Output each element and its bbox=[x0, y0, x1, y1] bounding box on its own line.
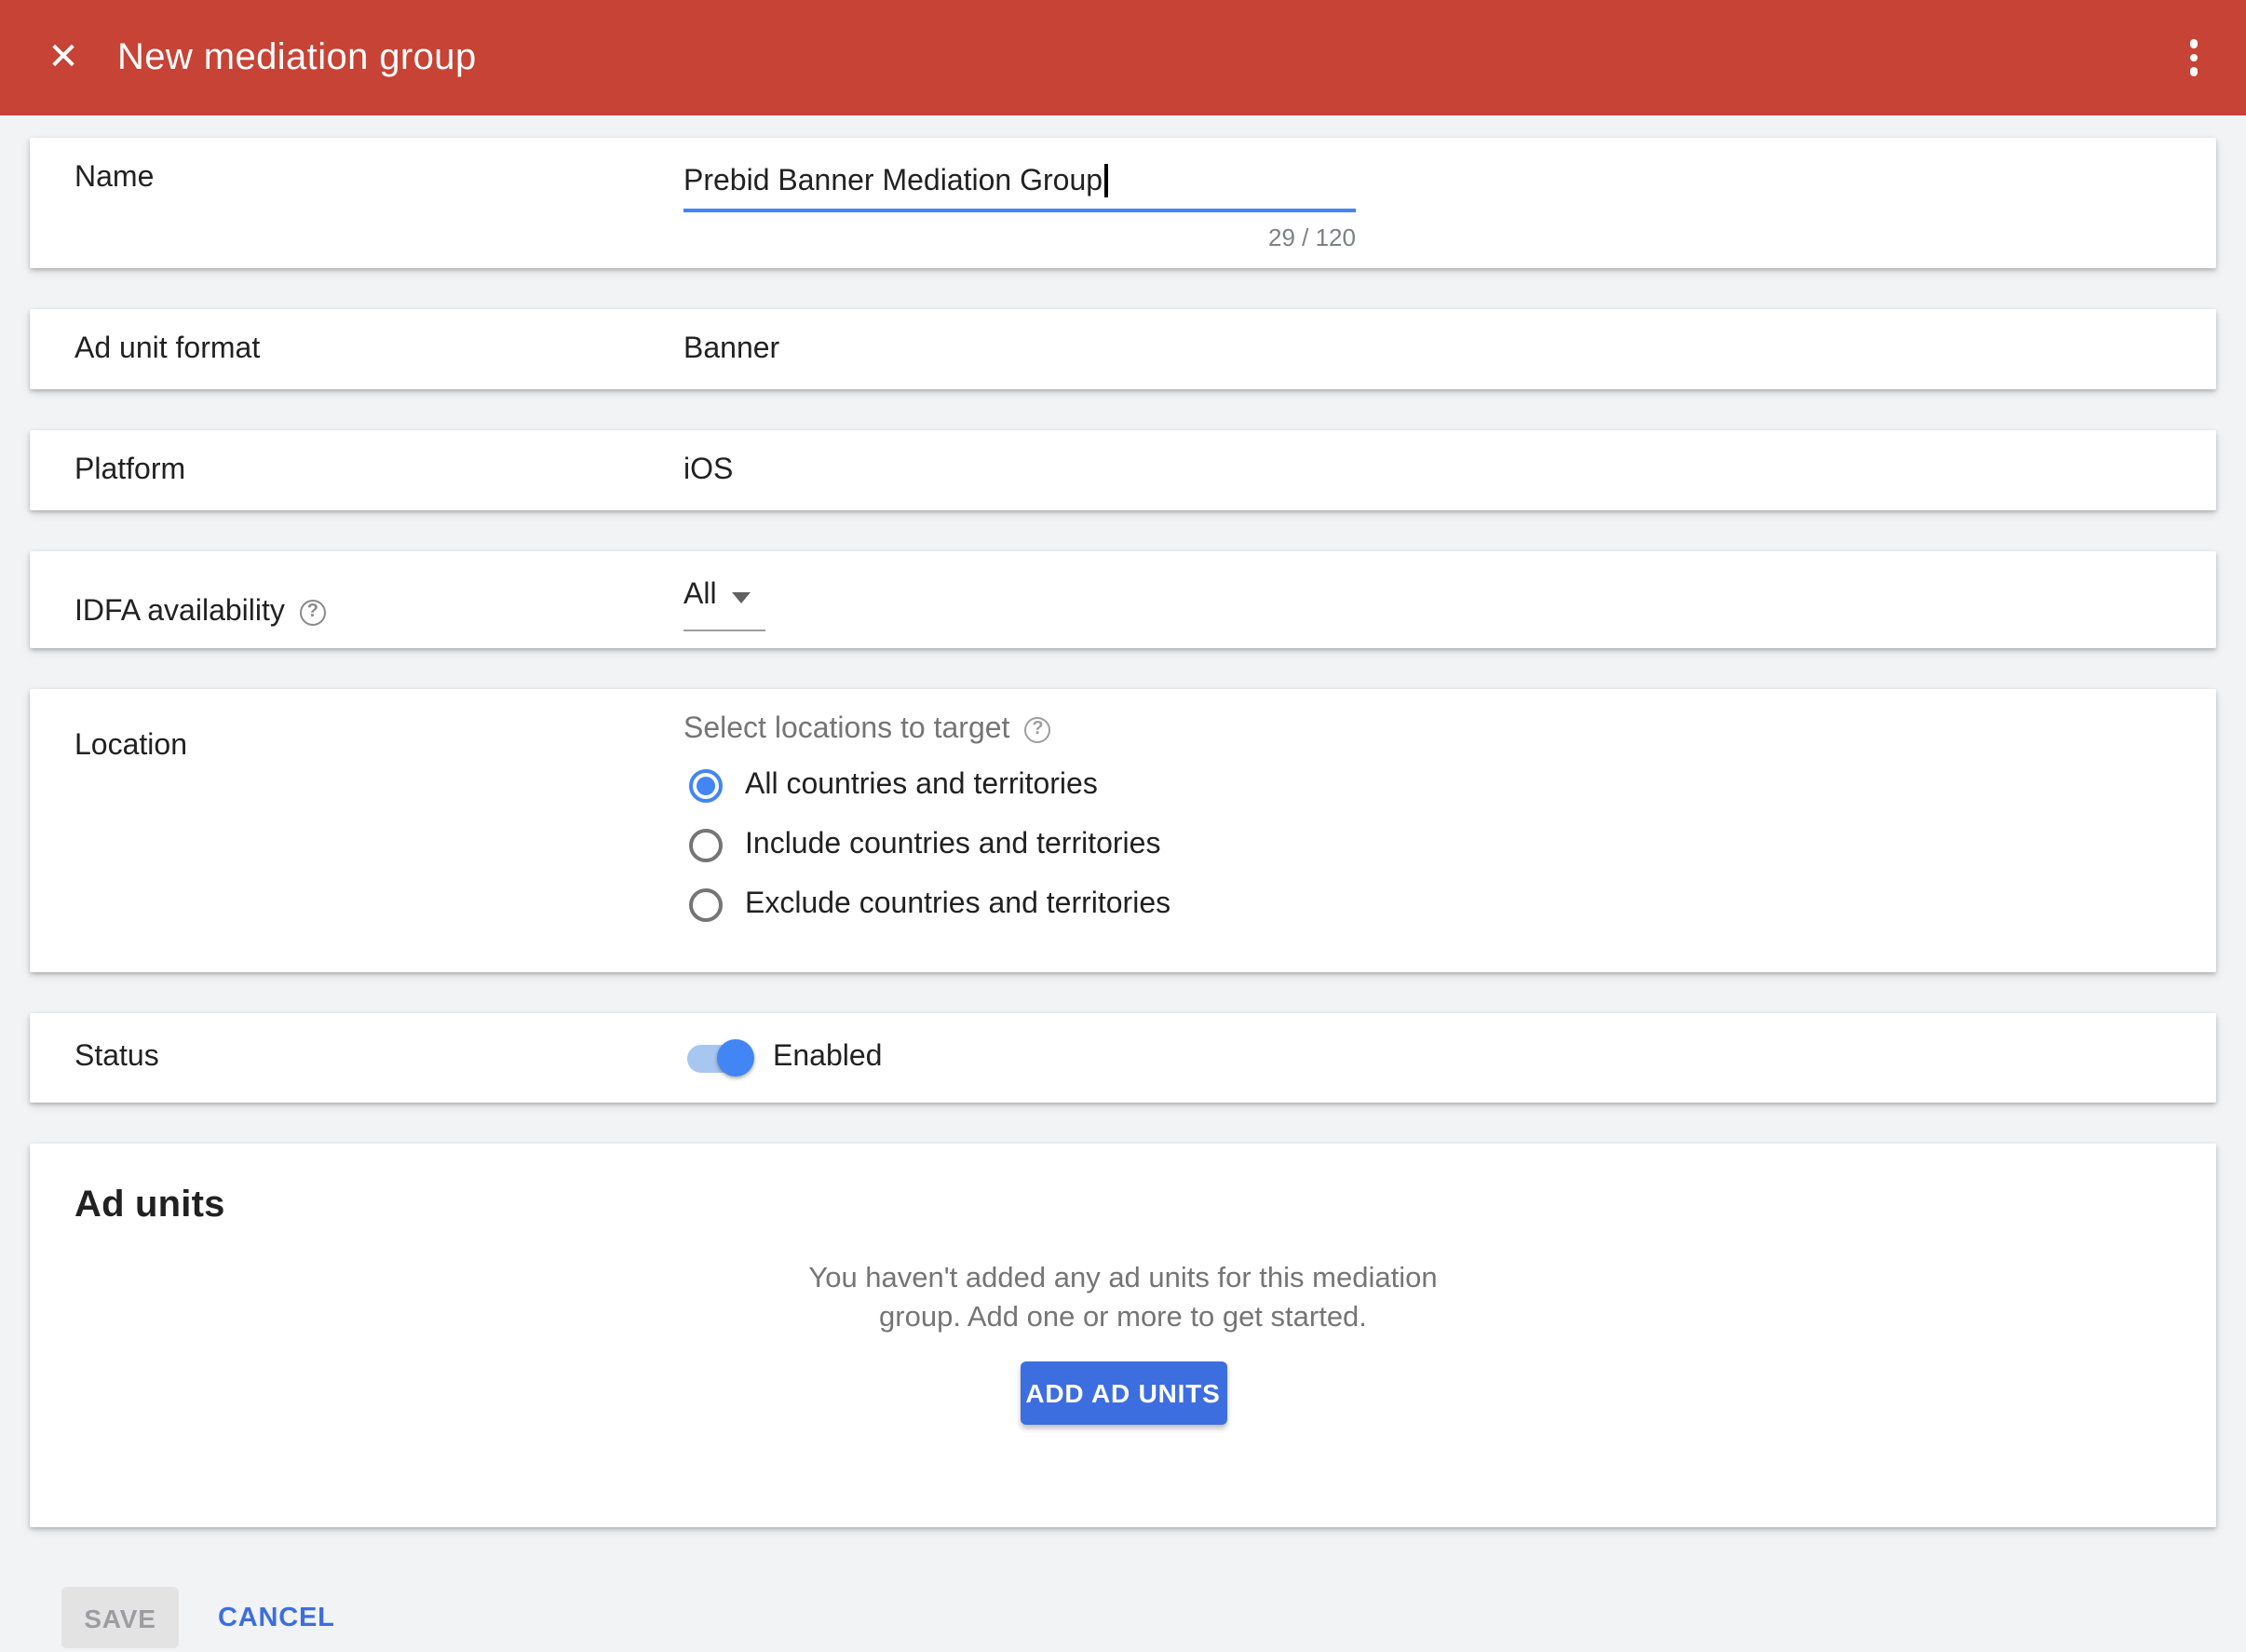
ad-unit-format-card: Ad unit format Banner bbox=[30, 309, 2216, 389]
close-icon[interactable]: ✕ bbox=[41, 39, 86, 76]
ad-units-card: Ad units You haven't added any ad units … bbox=[30, 1144, 2216, 1527]
radio-all-countries[interactable]: All countries and territories bbox=[683, 756, 1170, 816]
location-card: Location Select locations to target ? Al… bbox=[30, 689, 2216, 972]
status-card: Status Enabled bbox=[30, 1013, 2216, 1103]
platform-card: Platform iOS bbox=[30, 430, 2216, 510]
save-button[interactable]: SAVE bbox=[61, 1587, 179, 1648]
text-cursor bbox=[1104, 164, 1107, 197]
cancel-button[interactable]: CANCEL bbox=[218, 1603, 335, 1632]
ad-unit-format-label: Ad unit format bbox=[74, 332, 683, 366]
radio-exclude-countries[interactable]: Exclude countries and territories bbox=[683, 875, 1170, 935]
dropdown-caret-icon bbox=[732, 592, 751, 603]
idfa-card: IDFA availability ? All bbox=[30, 551, 2216, 648]
ad-unit-format-value: Banner bbox=[683, 332, 779, 366]
help-icon[interactable]: ? bbox=[1024, 717, 1050, 743]
toggle-knob bbox=[717, 1039, 754, 1077]
form-body: Name Prebid Banner Mediation Group 29 / … bbox=[0, 115, 2246, 1648]
char-counter: 29 / 120 bbox=[683, 223, 1356, 251]
dropdown-underline bbox=[683, 630, 765, 631]
ad-units-heading: Ad units bbox=[74, 1185, 2172, 1227]
radio-button-icon bbox=[689, 769, 723, 803]
input-focus-underline bbox=[683, 209, 1356, 212]
radio-include-countries[interactable]: Include countries and territories bbox=[683, 816, 1170, 875]
status-toggle[interactable] bbox=[687, 1044, 751, 1072]
empty-state-text-line1: You haven't added any ad units for this … bbox=[74, 1259, 2172, 1298]
add-ad-units-button[interactable]: ADD AD UNITS bbox=[1020, 1361, 1226, 1425]
empty-state-text-line2: group. Add one or more to get started. bbox=[74, 1298, 2172, 1337]
status-label: Status bbox=[74, 1041, 683, 1075]
app-bar: ✕ New mediation group bbox=[0, 0, 2246, 115]
idfa-dropdown[interactable]: All bbox=[683, 575, 765, 648]
location-prompt: Select locations to target bbox=[683, 711, 1009, 749]
idfa-label: IDFA availability bbox=[74, 595, 285, 629]
platform-label: Platform bbox=[74, 454, 683, 487]
name-card: Name Prebid Banner Mediation Group 29 / … bbox=[30, 138, 2216, 268]
location-label: Location bbox=[74, 711, 683, 972]
new-mediation-group-dialog: ✕ New mediation group Name Prebid Banner… bbox=[0, 0, 2246, 1652]
name-label: Name bbox=[74, 162, 683, 268]
kebab-menu-icon[interactable] bbox=[2182, 33, 2205, 84]
status-value: Enabled bbox=[773, 1041, 882, 1075]
radio-button-icon bbox=[689, 829, 723, 862]
footer-actions: SAVE CANCEL bbox=[30, 1568, 2216, 1648]
name-input[interactable]: Prebid Banner Mediation Group bbox=[683, 162, 1356, 203]
radio-button-icon bbox=[689, 888, 723, 922]
platform-value: iOS bbox=[683, 454, 733, 487]
idfa-selected-value: All bbox=[683, 575, 717, 616]
page-title: New mediation group bbox=[117, 36, 477, 79]
help-icon[interactable]: ? bbox=[300, 599, 326, 625]
